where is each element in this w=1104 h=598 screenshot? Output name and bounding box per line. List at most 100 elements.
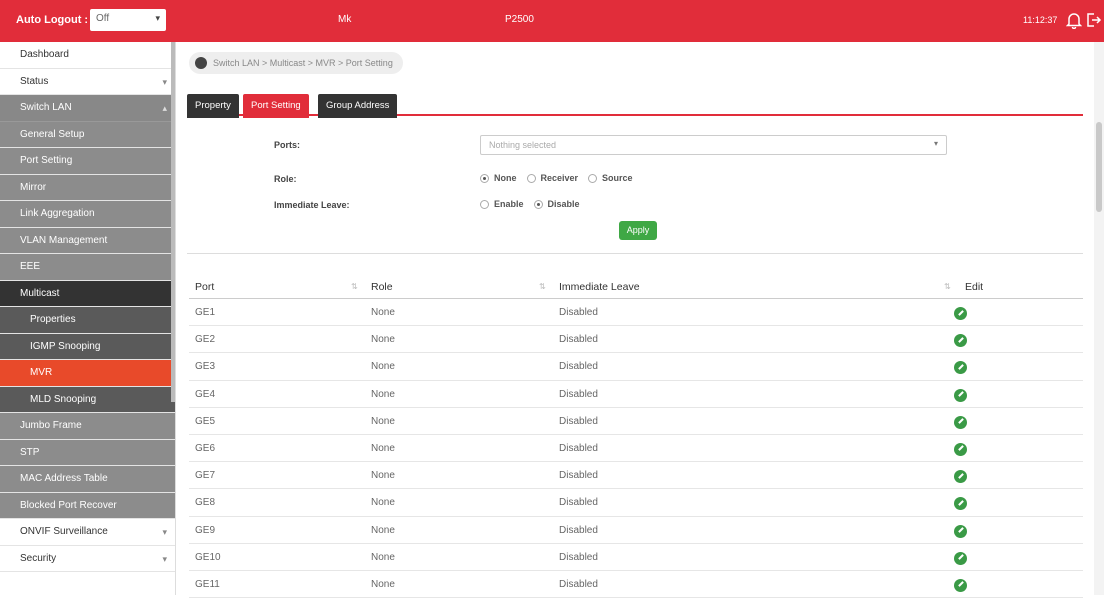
edit-icon[interactable] (954, 497, 967, 511)
role-option-receiver[interactable]: Receiver (526, 173, 579, 183)
edit-icon[interactable] (954, 470, 967, 484)
radio-label: Disable (547, 199, 580, 209)
cell-immediate-leave: Disabled (559, 307, 598, 318)
edit-icon[interactable] (954, 307, 967, 320)
bell-icon[interactable] (1066, 11, 1082, 29)
edit-icon[interactable] (954, 334, 967, 348)
table-row: GE1 None Disabled (189, 299, 1083, 327)
main-content: Switch LAN > Multicast > MVR > Port Sett… (177, 42, 1092, 598)
table-row: GE4 None Disabled (189, 381, 1083, 408)
cell-role: None (371, 442, 395, 454)
table-row: GE3 None Disabled (189, 353, 1083, 381)
sidebar-item-mvr[interactable]: MVR (0, 360, 175, 387)
radio-icon[interactable] (480, 199, 489, 209)
sidebar-item-label: Port Setting (20, 155, 73, 166)
cell-role: None (371, 470, 395, 482)
sidebar-item-security[interactable]: Security ▾ (0, 545, 175, 572)
home-icon[interactable] (195, 57, 207, 69)
sidebar-item-switch-lan[interactable]: Switch LAN ▴ (0, 95, 175, 122)
sidebar-item-label: ONVIF Surveillance (20, 526, 108, 537)
ports-select[interactable]: Nothing selected ▾ (480, 135, 947, 155)
edit-icon[interactable] (954, 524, 967, 538)
sidebar-scrollbar[interactable] (171, 42, 175, 402)
sidebar-item-multicast[interactable]: Multicast (0, 280, 175, 307)
ports-label: Ports: (274, 140, 301, 150)
radio-icon[interactable] (480, 173, 489, 183)
table-row: GE11 None Disabled (189, 571, 1083, 598)
chevron-up-icon: ▴ (162, 103, 167, 113)
caret-down-icon: ▾ (155, 13, 160, 23)
role-option-source[interactable]: Source (588, 173, 633, 183)
cell-role: None (371, 497, 395, 509)
radio-label: Receiver (540, 173, 579, 183)
cell-immediate-leave: Disabled (559, 415, 598, 427)
cell-port: GE3 (195, 361, 216, 373)
scrollbar-thumb[interactable] (1096, 122, 1102, 212)
sidebar-item-label: Mirror (20, 181, 47, 193)
sidebar-item-mld-snooping[interactable]: MLD Snooping (0, 386, 175, 413)
apply-button[interactable]: Apply (619, 221, 657, 240)
radio-label: Source (602, 173, 633, 183)
sidebar-item-status[interactable]: Status ▾ (0, 68, 175, 95)
sidebar-item-blocked-port-recover[interactable]: Blocked Port Recover (0, 492, 175, 519)
page-scrollbar[interactable] (1094, 42, 1104, 595)
sidebar-item-general-setup[interactable]: General Setup (0, 121, 175, 148)
table-row: GE5 None Disabled (189, 408, 1083, 435)
sidebar-item-label: Link Aggregation (20, 208, 95, 219)
tab-property[interactable]: Property (187, 94, 239, 118)
edit-icon[interactable] (954, 442, 967, 456)
top-bar: Auto Logout : Off ▾ Mk P2500 11:12:37 (0, 0, 1104, 42)
leave-option-enable[interactable]: Enable (480, 199, 524, 209)
clock: 11:12:37 (1023, 15, 1058, 25)
sidebar-item-port-setting[interactable]: Port Setting (0, 148, 175, 175)
sidebar-item-eee[interactable]: EEE (0, 254, 175, 281)
tab-bar: Property Port Setting Group Address (187, 94, 1083, 118)
edit-icon[interactable] (954, 388, 967, 402)
radio-icon[interactable] (588, 173, 598, 183)
cell-port: GE10 (195, 551, 221, 563)
radio-label: None (494, 173, 517, 183)
port-table: Port ⇅ Role ⇅ Immediate Leave ⇅ Edit GE1… (189, 271, 1083, 598)
logout-icon[interactable] (1086, 11, 1102, 29)
cell-port: GE11 (195, 578, 220, 590)
sidebar-item-label: MAC Address Table (20, 473, 108, 484)
tab-port-setting[interactable]: Port Setting (243, 94, 309, 118)
role-option-none[interactable]: None (480, 173, 517, 183)
sidebar-item-vlan-management[interactable]: VLAN Management (0, 227, 175, 254)
table-header: Port ⇅ Role ⇅ Immediate Leave ⇅ Edit (189, 271, 1083, 299)
auto-logout-select[interactable]: Off ▾ (90, 9, 166, 31)
role-radio-group: None Receiver Source (480, 173, 643, 183)
edit-icon[interactable] (954, 551, 967, 565)
cell-role: None (371, 361, 395, 373)
radio-icon[interactable] (526, 173, 536, 183)
radio-icon[interactable] (533, 199, 543, 209)
cell-port: GE2 (195, 334, 216, 346)
model-name: Mk (338, 14, 352, 25)
cell-immediate-leave: Disabled (559, 388, 598, 400)
immediate-leave-label: Immediate Leave: (274, 200, 350, 210)
edit-icon[interactable] (954, 361, 967, 375)
ports-placeholder: Nothing selected (489, 140, 557, 150)
sidebar-item-link-aggregation[interactable]: Link Aggregation (0, 201, 175, 228)
cell-immediate-leave: Disabled (559, 334, 598, 346)
sidebar-item-jumbo-frame[interactable]: Jumbo Frame (0, 413, 175, 440)
edit-icon[interactable] (954, 415, 967, 429)
sidebar-item-properties[interactable]: Properties (0, 307, 175, 334)
sidebar-item-mac-address-table[interactable]: MAC Address Table (0, 466, 175, 493)
cell-port: GE9 (195, 524, 216, 536)
cell-role: None (371, 578, 395, 590)
sidebar-item-onvif-surveillance[interactable]: ONVIF Surveillance ▾ (0, 519, 175, 546)
cell-immediate-leave: Disabled (559, 470, 598, 482)
sidebar-item-dashboard[interactable]: Dashboard (0, 42, 175, 69)
sidebar-item-stp[interactable]: STP (0, 439, 175, 466)
leave-option-disable[interactable]: Disable (533, 199, 580, 209)
cell-immediate-leave: Disabled (559, 442, 598, 454)
tab-group-address[interactable]: Group Address (318, 94, 398, 118)
cell-immediate-leave: Disabled (559, 551, 598, 563)
breadcrumb-text: Switch LAN > Multicast > MVR > Port Sett… (213, 58, 393, 68)
chevron-down-icon: ▾ (162, 527, 167, 537)
sidebar-item-mirror[interactable]: Mirror (0, 174, 175, 201)
edit-icon[interactable] (954, 578, 967, 592)
sidebar-item-igmp-snooping[interactable]: IGMP Snooping (0, 333, 175, 360)
sidebar-item-label: Blocked Port Recover (20, 499, 117, 511)
